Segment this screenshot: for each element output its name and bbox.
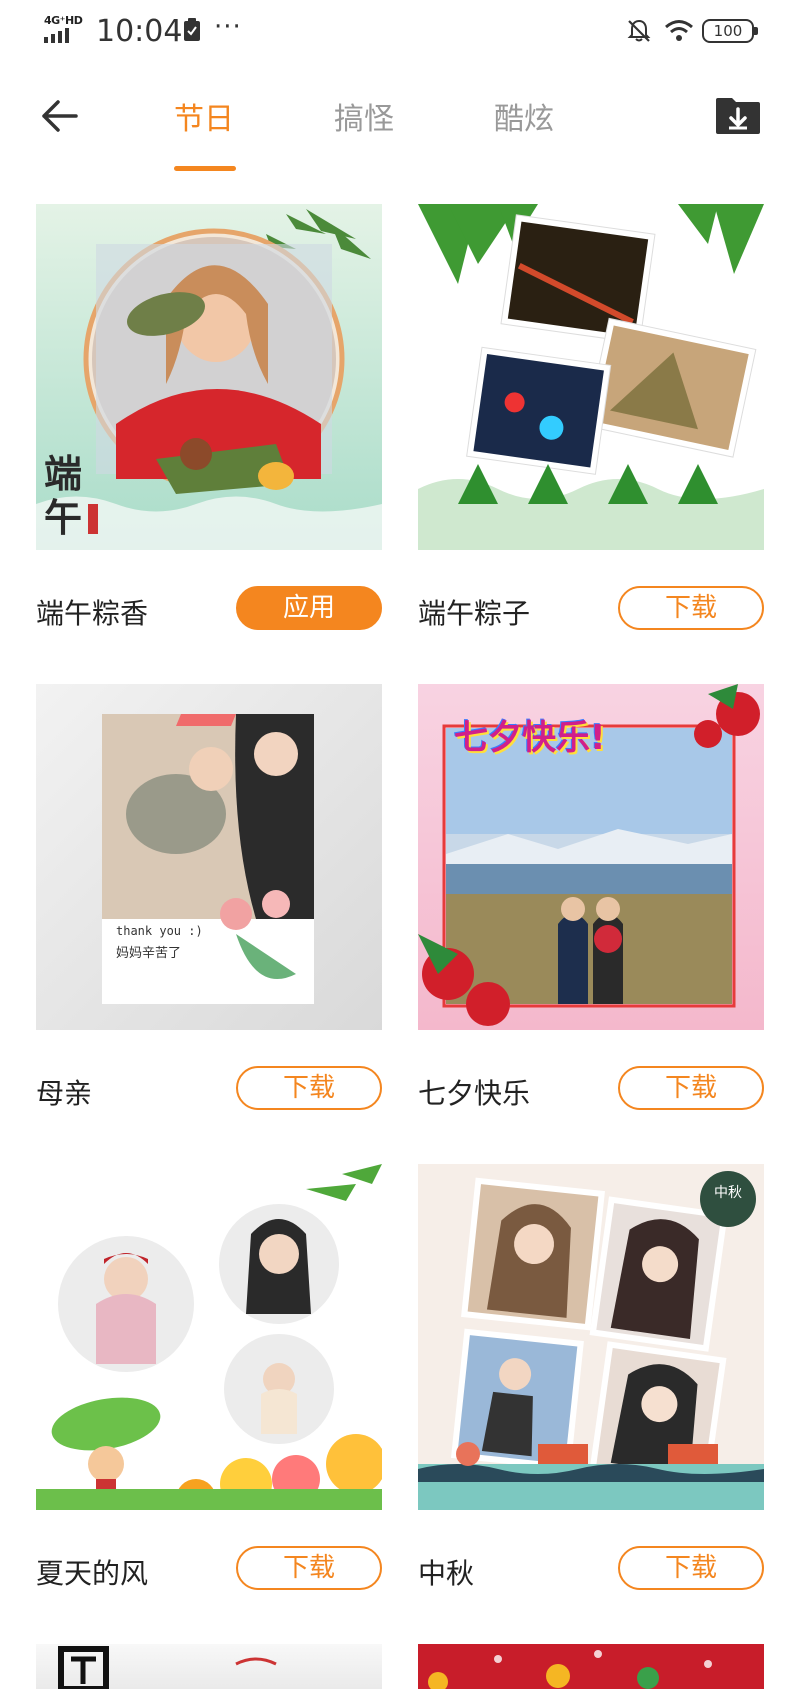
red-seal-stamp — [88, 504, 98, 534]
clipboard-check-icon — [184, 18, 200, 41]
ink-calligraphy-art — [58, 1646, 277, 1689]
template-thumbnail[interactable] — [36, 1644, 382, 1689]
apply-button[interactable]: 应用 — [236, 586, 382, 630]
qixi-banner-text: 七夕快乐! — [454, 718, 606, 758]
template-card — [418, 1616, 764, 1689]
tab-funny[interactable]: 搞怪 — [334, 94, 394, 138]
battery-indicator: 100 — [702, 19, 758, 43]
template-thumbnail[interactable] — [418, 1644, 764, 1689]
template-card: 端午粽子 下载 — [418, 176, 764, 636]
template-card: 七夕快乐! 七夕快乐 下载 — [418, 656, 764, 1116]
template-name: 七夕快乐 — [418, 1077, 531, 1110]
active-tab-indicator — [174, 166, 236, 171]
wifi-icon — [665, 20, 693, 41]
template-card: 夏天的风 下载 — [36, 1136, 382, 1596]
mother-note-line-2: 妈妈辛苦了 — [116, 946, 182, 961]
template-name: 中秋 — [418, 1557, 475, 1590]
template-name: 夏天的风 — [36, 1557, 149, 1590]
christmas-ornaments-art — [428, 1650, 712, 1689]
template-thumbnail[interactable]: 七夕快乐! — [418, 684, 764, 1030]
download-button[interactable]: 下载 — [618, 1546, 764, 1590]
template-name: 端午粽香 — [36, 597, 149, 630]
summer-wind-circles-art — [36, 1164, 382, 1510]
download-button[interactable]: 下载 — [236, 1066, 382, 1110]
dragon-boat-portrait-art — [36, 209, 382, 550]
template-thumbnail[interactable]: 中秋 — [418, 1164, 764, 1510]
template-card: 中秋 中秋 下载 — [418, 1136, 764, 1596]
mother-photo-frame-art — [102, 714, 314, 1004]
folder-download-icon[interactable] — [714, 96, 762, 136]
download-button[interactable]: 下载 — [618, 1066, 764, 1110]
template-name: 母亲 — [36, 1077, 93, 1110]
template-card — [36, 1616, 382, 1689]
template-thumbnail[interactable] — [36, 1164, 382, 1510]
tab-holiday[interactable]: 节日 — [174, 94, 234, 138]
download-button[interactable]: 下载 — [618, 586, 764, 630]
status-time: 10:04 — [96, 14, 183, 49]
template-thumbnail[interactable] — [418, 204, 764, 550]
more-notifications-icon: ··· — [214, 12, 242, 42]
zhongqiu-badge: 中秋 — [714, 1185, 742, 1201]
bell-muted-icon — [627, 19, 651, 42]
network-signal-icon: 4G⁺HD — [44, 14, 84, 44]
top-header: 节日 搞怪 酷炫 — [0, 66, 800, 176]
template-thumbnail[interactable]: thank you :) 妈妈辛苦了 — [36, 684, 382, 1030]
arrow-left-icon[interactable] — [36, 92, 84, 140]
status-bar: 4G⁺HD 10:04 ··· 100 — [0, 0, 800, 66]
template-card: thank you :) 妈妈辛苦了 母亲 下载 — [36, 656, 382, 1116]
download-button[interactable]: 下载 — [236, 1546, 382, 1590]
mother-note-line-1: thank you :) — [116, 924, 203, 938]
template-name: 端午粽子 — [418, 597, 531, 630]
duanwu-calligraphy: 端午 — [44, 451, 83, 540]
network-label: 4G⁺HD — [44, 14, 83, 27]
mid-autumn-collage-art — [418, 1171, 764, 1510]
tab-cool[interactable]: 酷炫 — [494, 94, 554, 138]
template-card: 端午 端午粽香 应用 — [36, 176, 382, 636]
zongzi-collage-art — [418, 204, 764, 550]
template-thumbnail[interactable]: 端午 — [36, 204, 382, 550]
